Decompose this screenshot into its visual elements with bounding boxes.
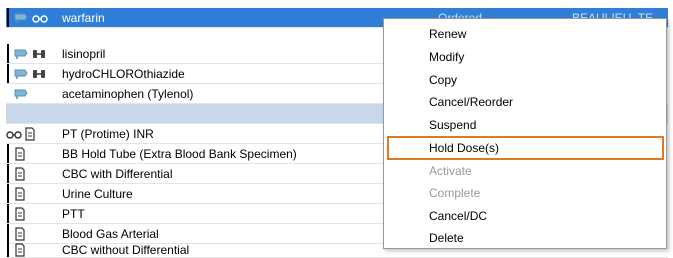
order-name: acetaminophen (Tylenol) [62,86,194,101]
context-menu: Renew Modify Copy Cancel/Reorder Suspend… [383,18,667,249]
menu-item-renew[interactable]: Renew [384,23,666,45]
orders-window: warfarin Ordered BEAULIEU, TE lisinopril [0,0,673,258]
row-icons [10,87,62,101]
row-marker [7,224,9,243]
syringe-icon [14,87,30,101]
order-name: PT (Protime) INR [62,126,154,141]
order-name: BB Hold Tube (Extra Blood Bank Specimen) [62,146,297,161]
glasses-icon [6,128,22,140]
row-icons [10,11,62,25]
row-marker [7,164,9,183]
row-marker [7,242,9,257]
order-name: hydroCHLOROthiazide [62,66,185,81]
menu-item-copy[interactable]: Copy [384,69,666,91]
menu-item-complete: Complete [429,186,481,200]
menu-item-cancel-reorder[interactable]: Cancel/Reorder [384,91,666,113]
document-icon [14,226,26,241]
menu-item-suspend[interactable]: Suspend [384,114,666,136]
document-icon [14,242,26,257]
row-marker [7,44,9,63]
order-name: CBC without Differential [62,242,190,257]
row-icons [10,226,62,241]
row-icons [10,206,62,221]
pill-pair-icon [32,48,46,60]
menu-item-cancel-dc[interactable]: Cancel/DC [384,205,666,227]
menu-item-hold-doses[interactable]: Hold Dose(s) [387,136,664,160]
row-marker [7,64,9,83]
glasses-icon [32,12,48,24]
row-icons [10,47,62,61]
row-icons [10,242,62,257]
row-marker [7,184,9,203]
row-icons [10,186,62,201]
row-marker [7,8,9,27]
document-icon [14,146,26,161]
pill-pair-icon [32,68,46,80]
menu-item-delete[interactable]: Delete [384,227,666,249]
row-marker [7,204,9,223]
row-marker [7,144,9,163]
document-icon [14,186,26,201]
document-icon [14,166,26,181]
syringe-icon [14,11,30,25]
row-icons [6,126,62,141]
row-icons [10,146,62,161]
menu-item-activate: Activate [429,164,472,178]
order-name: PTT [62,206,85,221]
row-icons [10,166,62,181]
order-name: Urine Culture [62,186,133,201]
order-name: lisinopril [62,46,106,61]
row-icons [10,67,62,81]
order-name: CBC with Differential [62,166,173,181]
document-icon [14,206,26,221]
syringe-icon [14,67,30,81]
order-name: warfarin [62,10,105,25]
syringe-icon [14,47,30,61]
order-name: Blood Gas Arterial [62,226,159,241]
menu-item-modify[interactable]: Modify [384,46,666,68]
document-icon [24,126,36,141]
